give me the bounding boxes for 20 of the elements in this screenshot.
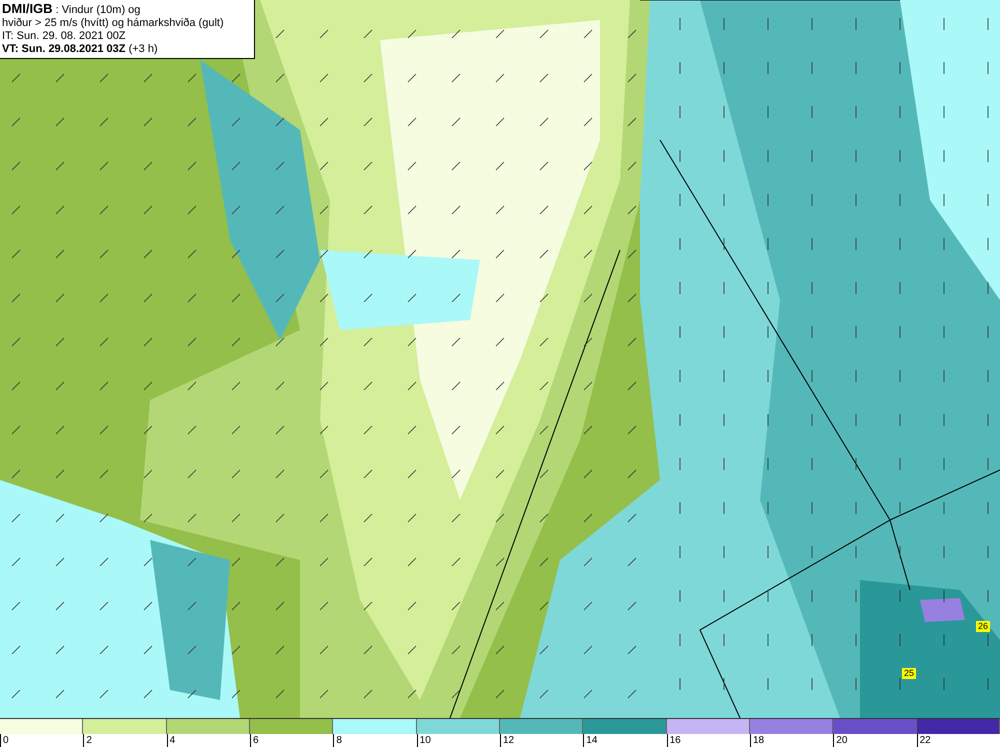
source-title: DMI/IGB (2, 1, 53, 16)
gust-label: 25 (902, 668, 916, 679)
gust-label: 26 (976, 621, 990, 632)
legend-tick-label: 6 (250, 734, 334, 747)
legend-tick-label: 20 (833, 734, 917, 747)
legend-tick-label: 10 (416, 734, 500, 747)
legend-tick-label: 14 (583, 734, 667, 747)
legend-tick-label: 4 (166, 734, 250, 747)
legend-tick-label: 12 (500, 734, 584, 747)
forecast-offset: (+3 h) (128, 43, 158, 55)
legend-tick-label: 18 (750, 734, 834, 747)
legend-tick-label: 2 (83, 734, 167, 747)
legend-tick-label: 16 (666, 734, 750, 747)
valid-time: VT: Sun. 29.08.2021 03Z (2, 43, 126, 55)
legend-tick-label: 22 (916, 734, 1000, 747)
map-subtitle: hviður > 25 m/s (hvítt) og hámarkshviða (gult) (2, 17, 224, 30)
initial-time: IT: Sun. 29. 08. 2021 00Z (2, 30, 127, 43)
map-title: : Vindur (10m) og (56, 4, 140, 16)
legend-tick-label: 8 (333, 734, 417, 747)
legend-tick-label: 0 (0, 734, 84, 747)
